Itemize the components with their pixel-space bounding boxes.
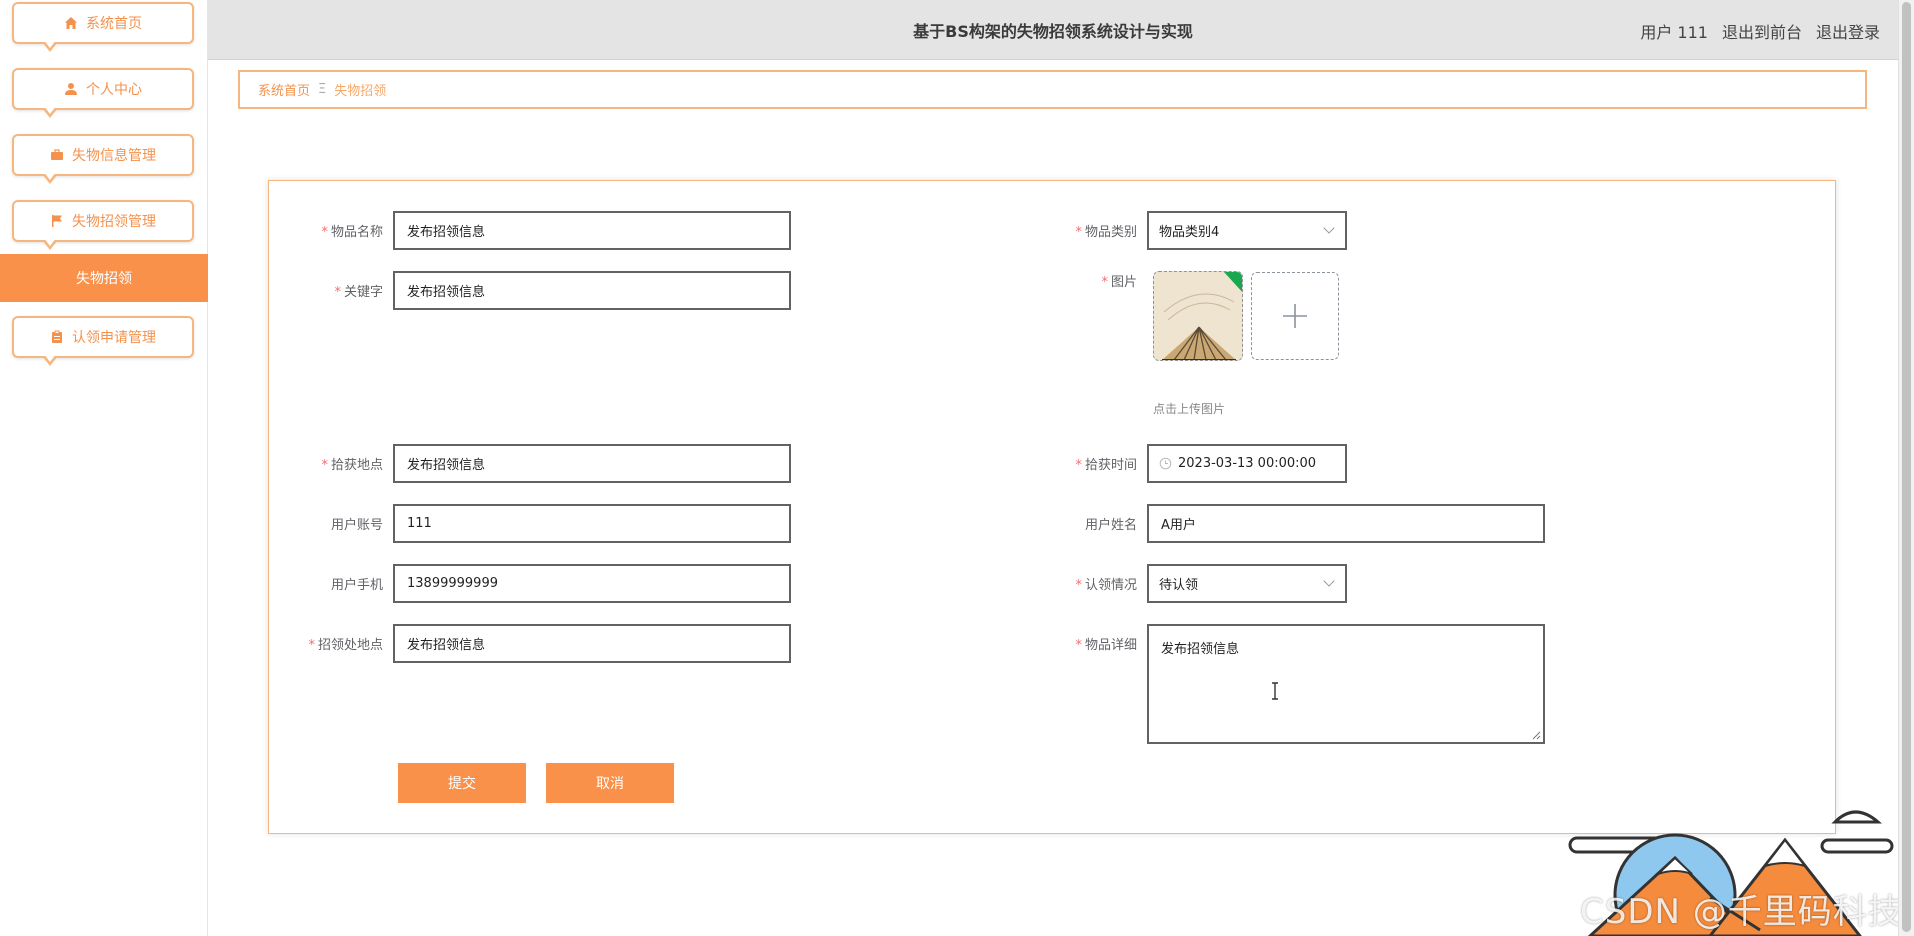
field-item-name: * 物品名称 发布招领信息 — [299, 211, 791, 250]
breadcrumb-separator: Ξ — [318, 82, 327, 97]
sidebar: 系统首页 个人中心 失物信息管理 失物招领管理 失物招领 认领申请管理 — [0, 0, 208, 936]
sidebar-item-label: 个人中心 — [86, 82, 142, 98]
user-name-label: 用户姓名 — [1084, 518, 1137, 533]
home-icon — [64, 16, 78, 30]
category-value: 物品类别4 — [1159, 225, 1220, 240]
user-icon — [64, 82, 78, 96]
sidebar-item-label: 失物信息管理 — [72, 148, 156, 164]
sidebar-item-label: 认领申请管理 — [72, 330, 156, 346]
claim-status-label: 认领情况 — [1084, 578, 1137, 593]
header-links: 用户 111 退出到前台 退出登录 — [1640, 19, 1880, 43]
cancel-button[interactable]: 取消 — [546, 763, 674, 803]
flag-icon — [50, 214, 64, 228]
category-select[interactable]: 物品类别4 — [1147, 211, 1347, 250]
breadcrumb-home[interactable]: 系统首页 — [258, 80, 310, 99]
required-mark: * — [1075, 225, 1082, 240]
upload-hint: 点击上传图片 — [1153, 402, 1226, 416]
detail-value: 发布招领信息 — [1161, 642, 1240, 657]
breadcrumb-current: 失物招领 — [334, 84, 387, 99]
breadcrumb: 系统首页 Ξ 失物招领 — [238, 70, 1867, 109]
field-image: * 图片 — [1053, 271, 1147, 290]
claim-place-input[interactable]: 发布招领信息 — [393, 624, 791, 663]
user-label: 用户 111 — [1640, 23, 1708, 42]
top-header: 基于BS构架的失物招领系统设计与实现 用户 111 退出到前台 退出登录 — [208, 0, 1898, 60]
required-mark: * — [321, 225, 328, 240]
callout-tail — [42, 40, 58, 52]
plus-icon — [1283, 304, 1307, 328]
field-found-time: * 拾获时间 2023-03-13 00:00:00 — [1053, 444, 1347, 483]
required-mark: * — [1075, 458, 1082, 473]
field-claim-status: * 认领情况 待认领 — [1053, 564, 1347, 603]
logout-link[interactable]: 退出登录 — [1816, 19, 1880, 43]
scrollbar-thumb[interactable] — [1902, 2, 1911, 932]
upload-button[interactable] — [1251, 272, 1339, 360]
keyword-input[interactable]: 发布招领信息 — [393, 271, 791, 310]
sidebar-item-personal[interactable]: 个人中心 — [12, 68, 194, 118]
sidebar-item-label: 失物招领管理 — [72, 214, 156, 230]
user-account-label: 用户账号 — [330, 518, 383, 533]
field-user-account: 用户账号 111 — [299, 504, 791, 543]
claim-status-select[interactable]: 待认领 — [1147, 564, 1347, 603]
chevron-down-icon — [1323, 575, 1335, 587]
vertical-scrollbar[interactable] — [1898, 0, 1914, 936]
field-keyword: * 关键字 发布招领信息 — [299, 271, 791, 310]
detail-textarea[interactable]: 发布招领信息 — [1147, 624, 1545, 744]
user-phone-label: 用户手机 — [330, 578, 383, 593]
item-name-label: 物品名称 — [330, 225, 383, 240]
found-time-input[interactable]: 2023-03-13 00:00:00 — [1147, 444, 1347, 483]
sidebar-subitem-found[interactable]: 失物招领 — [0, 254, 208, 302]
book-image — [1154, 272, 1242, 360]
required-mark: * — [1101, 275, 1108, 290]
image-label: 图片 — [1110, 275, 1137, 290]
detail-label: 物品详细 — [1084, 638, 1137, 653]
uploaded-image-thumbnail[interactable] — [1153, 271, 1243, 361]
sidebar-item-lost-info[interactable]: 失物信息管理 — [12, 134, 194, 184]
item-name-input[interactable]: 发布招领信息 — [393, 211, 791, 250]
required-mark: * — [334, 285, 341, 300]
field-claim-place: * 招领处地点 发布招领信息 — [299, 624, 791, 663]
user-phone-input[interactable]: 13899999999 — [393, 564, 791, 603]
claim-status-value: 待认领 — [1159, 578, 1199, 593]
callout-tail — [42, 238, 58, 250]
clipboard-icon — [50, 330, 64, 344]
callout-tail — [42, 172, 58, 184]
submit-button[interactable]: 提交 — [398, 763, 526, 803]
text-cursor-icon — [1272, 682, 1278, 700]
field-detail: * 物品详细 发布招领信息 — [1053, 624, 1545, 744]
briefcase-icon — [50, 148, 64, 162]
form-card: * 物品名称 发布招领信息 * 关键字 发布招领信息 * 拾获地点 发布招领信息 用户… — [268, 180, 1836, 834]
field-found-place: * 拾获地点 发布招领信息 — [299, 444, 791, 483]
user-name-input[interactable]: A用户 — [1147, 504, 1545, 543]
keyword-label: 关键字 — [343, 285, 383, 300]
found-place-input[interactable]: 发布招领信息 — [393, 444, 791, 483]
field-user-name: 用户姓名 A用户 — [1053, 504, 1545, 543]
front-link[interactable]: 退出到前台 — [1722, 19, 1802, 43]
required-mark: * — [308, 638, 315, 653]
clock-icon — [1159, 457, 1172, 470]
field-category: * 物品类别 物品类别4 — [1053, 211, 1347, 250]
csdn-watermark: CSDN @千里码科技 — [1580, 892, 1903, 932]
found-time-label: 拾获时间 — [1084, 458, 1137, 473]
chevron-down-icon — [1323, 222, 1335, 234]
user-account-input[interactable]: 111 — [393, 504, 791, 543]
found-time-value: 2023-03-13 00:00:00 — [1178, 456, 1317, 471]
found-place-label: 拾获地点 — [330, 458, 383, 473]
required-mark: * — [1075, 638, 1082, 653]
resize-handle-icon[interactable] — [1531, 730, 1541, 740]
callout-tail — [42, 106, 58, 118]
claim-place-label: 招领处地点 — [317, 638, 383, 653]
required-mark: * — [1075, 578, 1082, 593]
sidebar-item-found-manage[interactable]: 失物招领管理 — [12, 200, 194, 250]
category-label: 物品类别 — [1084, 225, 1137, 240]
sidebar-item-claim-apply[interactable]: 认领申请管理 — [12, 316, 194, 366]
field-user-phone: 用户手机 13899999999 — [299, 564, 791, 603]
callout-tail — [42, 354, 58, 366]
required-mark: * — [321, 458, 328, 473]
sidebar-item-label: 系统首页 — [86, 16, 142, 32]
sidebar-item-home[interactable]: 系统首页 — [12, 2, 194, 52]
